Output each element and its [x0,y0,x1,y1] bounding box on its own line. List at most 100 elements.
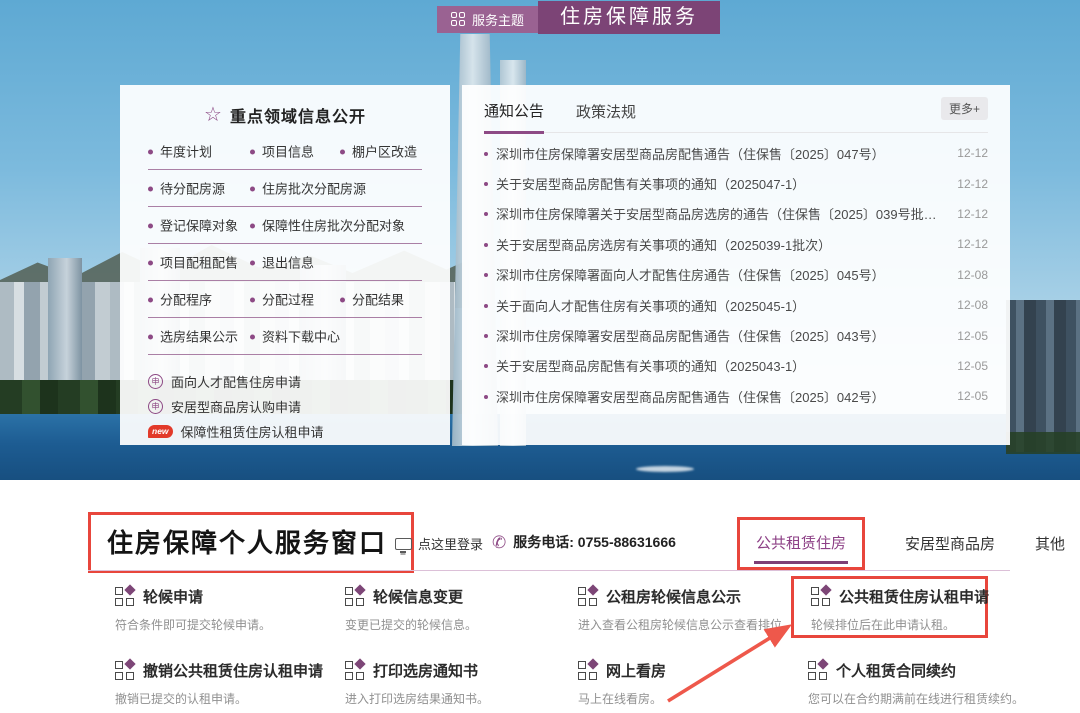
notice-title: 深圳市住房保障署安居型商品房配售通告（住保售〔2025〕042号） [484,387,885,406]
building [48,258,82,388]
notice-item[interactable]: 深圳市住房保障署关于安居型商品房选房的通告（住保售〔2025〕039号批次）12… [484,199,988,229]
notice-date: 12-12 [957,237,988,251]
link-batch-housing[interactable]: 住房批次分配房源 [250,179,366,198]
service-topic-label: 服务主题 [472,10,524,29]
boat-wake [636,466,694,472]
page-title: 住房保障服务 [538,1,720,34]
notice-list: 深圳市住房保障署安居型商品房配售通告（住保售〔2025〕047号） 12-12 关… [484,138,988,412]
tab-notices[interactable]: 通知公告 [484,100,544,134]
notice-date: 12-12 [957,177,988,191]
service-desc: 撤销已提交的认租申请。 [115,690,345,707]
link-project-rent-sale[interactable]: 项目配租配售 [148,253,238,272]
link-shantytown[interactable]: 棚户区改造 [340,142,417,161]
service-queue-apply[interactable]: 轮候申请 符合条件即可提交轮候申请。 [115,578,345,652]
link-exit-info[interactable]: 退出信息 [250,253,314,272]
notice-item[interactable]: 关于安居型商品房配售有关事项的通知（2025043-1）12-05 [484,351,988,381]
link-alloc-process[interactable]: 分配过程 [250,290,314,309]
link-project-info[interactable]: 项目信息 [250,142,314,161]
service-queue-publicity[interactable]: 公租房轮候信息公示 进入查看公租房轮候信息公示查看排位。 [578,578,808,652]
service-queue-info-change[interactable]: 轮候信息变更 变更已提交的轮候信息。 [345,578,578,652]
service-grid-icon [811,587,830,606]
notice-date: 12-08 [957,268,988,282]
service-title: 轮候申请 [143,586,203,607]
notice-item[interactable]: 深圳市住房保障署安居型商品房配售通告（住保售〔2025〕042号） 12-05 [484,381,988,411]
trees-right [1006,432,1080,454]
service-title: 撤销公共租赁住房认租申请 [143,660,323,681]
notice-title: 深圳市住房保障署安居型商品房配售通告（住保售〔2025〕047号） [484,144,885,163]
notice-date: 12-05 [957,389,988,403]
apply-links: 申 面向人才配售住房申请 申 安居型商品房认购申请 new 保障性租赁住房认租申… [148,369,450,444]
service-grid-icon [808,661,827,680]
service-desc: 您可以在合约期满前在线进行租赁续约。 [808,690,1058,707]
city-right [1006,300,1080,452]
service-grid-icon [345,661,364,680]
service-grid: 轮候申请 符合条件即可提交轮候申请。 轮候信息变更 变更已提交的轮候信息。 公租… [115,578,1058,707]
service-grid-icon [578,661,597,680]
service-grid-icon [345,587,364,606]
link-annual-plan[interactable]: 年度计划 [148,142,212,161]
apply-rental-housing[interactable]: new 保障性租赁住房认租申请 [148,419,450,444]
service-topic-chip[interactable]: 服务主题 [437,6,538,33]
login-link[interactable]: 点这里登录 [395,534,483,553]
notice-item[interactable]: 关于安居型商品房配售有关事项的通知（2025047-1） 12-12 [484,168,988,198]
service-title: 网上看房 [606,660,666,681]
notice-title: 关于安居型商品房配售有关事项的通知（2025043-1） [484,356,805,375]
header-bar: 服务主题 住房保障服务 [437,1,720,34]
more-button[interactable]: 更多+ [941,97,988,120]
notice-item[interactable]: 深圳市住房保障署安居型商品房配售通告（住保售〔2025〕043号） 12-05 [484,320,988,350]
tab-other[interactable]: 其他 [1035,533,1065,554]
service-window-title: 住房保障个人服务窗口 [107,523,387,560]
notice-date: 12-05 [957,329,988,343]
service-grid-icon [115,661,134,680]
link-alloc-result[interactable]: 分配结果 [340,290,404,309]
link-pending-housing[interactable]: 待分配房源 [148,179,225,198]
service-online-viewing[interactable]: 网上看房 马上在线看房。 [578,652,808,707]
apply-talent-housing[interactable]: 申 面向人才配售住房申请 [148,369,450,394]
service-desc: 进入打印选房结果通知书。 [345,690,578,707]
divider-line [88,570,1010,571]
apply-icon: 申 [148,399,163,414]
service-title: 打印选房通知书 [373,660,478,681]
notice-item[interactable]: 关于安居型商品房选房有关事项的通知（2025039-1批次） 12-12 [484,229,988,259]
tab-public-rental[interactable]: 公共租赁住房 [756,535,846,552]
notice-title: 关于安居型商品房配售有关事项的通知（2025047-1） [484,174,805,193]
notice-item[interactable]: 深圳市住房保障署面向人才配售住房通告（住保售〔2025〕045号） 12-08 [484,260,988,290]
notice-title: 深圳市住房保障署安居型商品房配售通告（住保售〔2025〕043号） [484,326,885,345]
notice-title: 深圳市住房保障署面向人才配售住房通告（住保售〔2025〕045号） [484,265,885,284]
star-icon: ☆ [204,105,222,125]
login-label: 点这里登录 [418,534,483,553]
apply-link-label: 保障性租赁住房认租申请 [181,422,324,441]
link-row: 分配程序 分配过程 分配结果 [148,281,422,318]
link-row: 项目配租配售 退出信息 [148,244,422,281]
service-contract-renewal[interactable]: 个人租赁合同续约 您可以在合约期满前在线进行租赁续约。 [808,652,1058,707]
link-batch-targets[interactable]: 保障性住房批次分配对象 [250,216,405,235]
notice-item[interactable]: 深圳市住房保障署安居型商品房配售通告（住保售〔2025〕047号） 12-12 [484,138,988,168]
link-selection-publicity[interactable]: 选房结果公示 [148,327,238,346]
service-desc: 符合条件即可提交轮候申请。 [115,616,345,633]
service-desc: 进入查看公租房轮候信息公示查看排位。 [578,616,808,633]
notice-title: 关于安居型商品房选房有关事项的通知（2025039-1批次） [484,235,831,254]
monitor-icon [395,538,412,550]
apply-affordable-housing[interactable]: 申 安居型商品房认购申请 [148,394,450,419]
notice-panel: 通知公告 政策法规 更多+ 深圳市住房保障署安居型商品房配售通告（住保售〔202… [462,85,1010,445]
service-rental-apply[interactable]: 公共租赁住房认租申请 轮候排位后在此申请认租。 [791,576,988,638]
tab-policies[interactable]: 政策法规 [576,101,636,132]
service-cancel-rental-apply[interactable]: 撤销公共租赁住房认租申请 撤销已提交的认租申请。 [115,652,345,707]
notice-date: 12-12 [957,146,988,160]
service-desc: 轮候排位后在此申请认租。 [811,616,977,633]
link-row: 年度计划 项目信息 棚户区改造 [148,133,422,170]
annotation-box-tab: 公共租赁住房 [737,517,865,570]
service-title: 公共租赁住房认租申请 [839,586,989,607]
link-alloc-procedure[interactable]: 分配程序 [148,290,212,309]
info-disclosure-title: 重点领域信息公开 [230,103,366,127]
info-disclosure-header: ☆ 重点领域信息公开 [120,85,450,129]
phone-icon: ✆ [492,534,506,551]
link-registered-targets[interactable]: 登记保障对象 [148,216,238,235]
service-print-notice[interactable]: 打印选房通知书 进入打印选房结果通知书。 [345,652,578,707]
tab-affordable-commodity[interactable]: 安居型商品房 [905,533,995,554]
personal-service-section: 住房保障个人服务窗口 点这里登录 ✆ 服务电话: 0755-88631666 公… [0,480,1080,713]
notice-item[interactable]: 关于面向人才配售住房有关事项的通知（2025045-1）12-08 [484,290,988,320]
link-download-center[interactable]: 资料下载中心 [250,327,340,346]
info-link-rows: 年度计划 项目信息 棚户区改造 待分配房源 住房批次分配房源 登记保障对象 保障… [148,133,422,355]
annotation-box-title: 住房保障个人服务窗口 [88,512,414,573]
